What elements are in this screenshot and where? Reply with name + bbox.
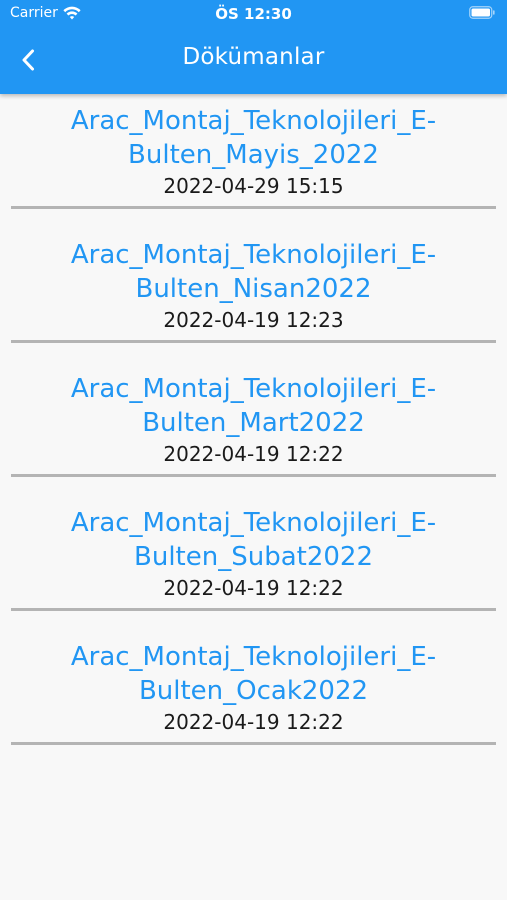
document-title-line-2: Bulten_Mayis_2022 bbox=[128, 140, 379, 170]
divider bbox=[11, 608, 496, 611]
document-item[interactable]: Arac_Montaj_Teknolojileri_E- Bulten_Ocak… bbox=[0, 630, 507, 764]
document-title-line-2: Bulten_Subat2022 bbox=[134, 542, 373, 572]
page-title: Dökümanlar bbox=[182, 44, 325, 70]
divider bbox=[11, 340, 496, 343]
divider bbox=[11, 742, 496, 745]
document-title-line-1: Arac_Montaj_Teknolojileri_E- bbox=[70, 374, 437, 404]
status-time: ÖS 12:30 bbox=[215, 5, 292, 23]
status-bar: Carrier ÖS 12:30 bbox=[0, 0, 507, 28]
document-title: Arac_Montaj_Teknolojileri_E- Bulten_Mart… bbox=[40, 372, 467, 440]
divider bbox=[11, 206, 496, 209]
document-list: Arac_Montaj_Teknolojileri_E- Bulten_Mayi… bbox=[0, 94, 507, 764]
document-title-line-1: Arac_Montaj_Teknolojileri_E- bbox=[70, 106, 437, 136]
document-title: Arac_Montaj_Teknolojileri_E- Bulten_Suba… bbox=[40, 506, 467, 574]
app-bar: Carrier ÖS 12:30 Dökümanlar bbox=[0, 0, 507, 94]
document-date: 2022-04-19 12:22 bbox=[163, 710, 344, 734]
document-title-line-2: Bulten_Mart2022 bbox=[142, 408, 365, 438]
document-date: 2022-04-19 12:23 bbox=[163, 308, 344, 332]
document-date: 2022-04-29 15:15 bbox=[163, 174, 344, 198]
document-date: 2022-04-19 12:22 bbox=[163, 576, 344, 600]
document-title: Arac_Montaj_Teknolojileri_E- Bulten_Mayi… bbox=[40, 104, 467, 172]
battery-icon bbox=[469, 6, 495, 19]
document-title-line-2: Bulten_Ocak2022 bbox=[138, 676, 369, 706]
divider bbox=[11, 474, 496, 477]
document-title-line-2: Bulten_Nisan2022 bbox=[135, 274, 372, 304]
document-item[interactable]: Arac_Montaj_Teknolojileri_E- Bulten_Nisa… bbox=[0, 228, 507, 362]
document-item[interactable]: Arac_Montaj_Teknolojileri_E- Bulten_Mayi… bbox=[0, 94, 507, 228]
document-title-line-1: Arac_Montaj_Teknolojileri_E- bbox=[70, 508, 437, 538]
document-title: Arac_Montaj_Teknolojileri_E- Bulten_Ocak… bbox=[40, 640, 467, 708]
document-title-line-1: Arac_Montaj_Teknolojileri_E- bbox=[70, 642, 437, 672]
document-title-line-1: Arac_Montaj_Teknolojileri_E- bbox=[70, 240, 437, 270]
document-item[interactable]: Arac_Montaj_Teknolojileri_E- Bulten_Suba… bbox=[0, 496, 507, 630]
document-item[interactable]: Arac_Montaj_Teknolojileri_E- Bulten_Mart… bbox=[0, 362, 507, 496]
document-date: 2022-04-19 12:22 bbox=[163, 442, 344, 466]
document-title: Arac_Montaj_Teknolojileri_E- Bulten_Nisa… bbox=[40, 238, 467, 306]
